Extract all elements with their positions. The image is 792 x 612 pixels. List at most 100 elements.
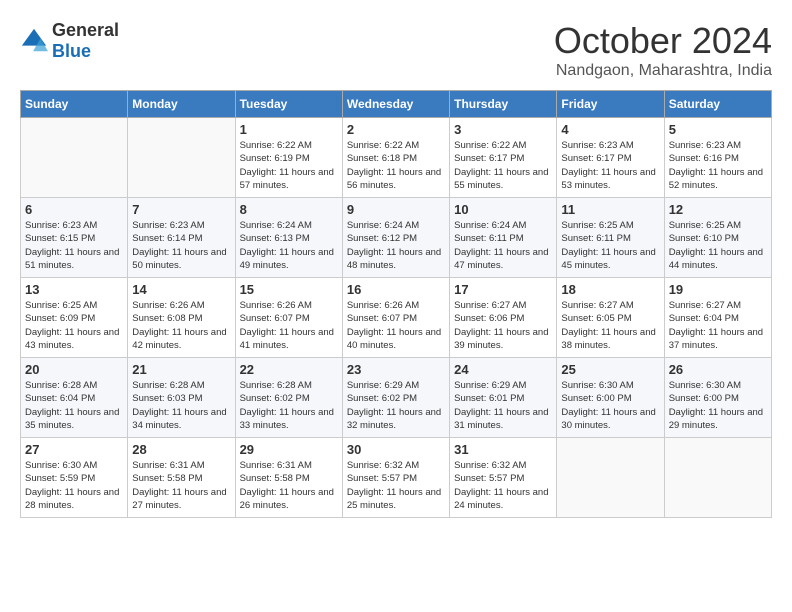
day-number: 12 [669, 202, 767, 217]
calendar-cell: 26 Sunrise: 6:30 AMSunset: 6:00 PMDayligh… [664, 358, 771, 438]
cell-info: Sunrise: 6:28 AMSunset: 6:03 PMDaylight:… [132, 380, 226, 431]
cell-info: Sunrise: 6:30 AMSunset: 6:00 PMDaylight:… [669, 380, 763, 431]
calendar-cell: 17 Sunrise: 6:27 AMSunset: 6:06 PMDayligh… [450, 278, 557, 358]
calendar-cell: 19 Sunrise: 6:27 AMSunset: 6:04 PMDayligh… [664, 278, 771, 358]
day-number: 9 [347, 202, 445, 217]
day-number: 1 [240, 122, 338, 137]
logo: General Blue [20, 20, 119, 62]
cell-info: Sunrise: 6:23 AMSunset: 6:15 PMDaylight:… [25, 220, 119, 271]
cell-info: Sunrise: 6:22 AMSunset: 6:18 PMDaylight:… [347, 140, 441, 191]
calendar-cell [21, 118, 128, 198]
column-header-saturday: Saturday [664, 91, 771, 118]
day-number: 15 [240, 282, 338, 297]
month-title: October 2024 [554, 20, 772, 62]
day-number: 5 [669, 122, 767, 137]
calendar-table: SundayMondayTuesdayWednesdayThursdayFrid… [20, 90, 772, 518]
calendar-week-4: 20 Sunrise: 6:28 AMSunset: 6:04 PMDayligh… [21, 358, 772, 438]
calendar-week-2: 6 Sunrise: 6:23 AMSunset: 6:15 PMDaylight… [21, 198, 772, 278]
day-number: 21 [132, 362, 230, 377]
calendar-cell: 1Sunrise: 6:22 AMSunset: 6:19 PMDaylight… [235, 118, 342, 198]
calendar-cell: 30 Sunrise: 6:32 AMSunset: 5:57 PMDayligh… [342, 438, 449, 518]
cell-info: Sunrise: 6:25 AMSunset: 6:11 PMDaylight:… [561, 220, 655, 271]
calendar-cell: 6 Sunrise: 6:23 AMSunset: 6:15 PMDaylight… [21, 198, 128, 278]
cell-info: Sunrise: 6:26 AMSunset: 6:08 PMDaylight:… [132, 300, 226, 351]
calendar-cell: 20 Sunrise: 6:28 AMSunset: 6:04 PMDayligh… [21, 358, 128, 438]
calendar-week-1: 1Sunrise: 6:22 AMSunset: 6:19 PMDaylight… [21, 118, 772, 198]
day-number: 6 [25, 202, 123, 217]
day-number: 17 [454, 282, 552, 297]
logo-blue: Blue [52, 41, 91, 61]
calendar-cell: 18Sunrise: 6:27 AMSunset: 6:05 PMDayligh… [557, 278, 664, 358]
cell-info: Sunrise: 6:25 AMSunset: 6:09 PMDaylight:… [25, 300, 119, 351]
cell-info: Sunrise: 6:31 AMSunset: 5:58 PMDaylight:… [132, 460, 226, 511]
day-number: 11 [561, 202, 659, 217]
calendar-week-5: 27Sunrise: 6:30 AMSunset: 5:59 PMDayligh… [21, 438, 772, 518]
page-header: General Blue October 2024 Nandgaon, Maha… [20, 20, 772, 80]
day-number: 7 [132, 202, 230, 217]
calendar-cell [128, 118, 235, 198]
day-number: 13 [25, 282, 123, 297]
cell-info: Sunrise: 6:24 AMSunset: 6:11 PMDaylight:… [454, 220, 548, 271]
cell-info: Sunrise: 6:30 AMSunset: 6:00 PMDaylight:… [561, 380, 655, 431]
day-number: 19 [669, 282, 767, 297]
cell-info: Sunrise: 6:32 AMSunset: 5:57 PMDaylight:… [347, 460, 441, 511]
calendar-cell: 31Sunrise: 6:32 AMSunset: 5:57 PMDayligh… [450, 438, 557, 518]
calendar-cell: 14 Sunrise: 6:26 AMSunset: 6:08 PMDayligh… [128, 278, 235, 358]
cell-info: Sunrise: 6:23 AMSunset: 6:17 PMDaylight:… [561, 140, 655, 191]
day-number: 22 [240, 362, 338, 377]
day-number: 25 [561, 362, 659, 377]
calendar-cell: 3Sunrise: 6:22 AMSunset: 6:17 PMDaylight… [450, 118, 557, 198]
title-block: October 2024 Nandgaon, Maharashtra, Indi… [554, 20, 772, 80]
cell-info: Sunrise: 6:28 AMSunset: 6:04 PMDaylight:… [25, 380, 119, 431]
calendar-cell: 16 Sunrise: 6:26 AMSunset: 6:07 PMDayligh… [342, 278, 449, 358]
column-header-friday: Friday [557, 91, 664, 118]
cell-info: Sunrise: 6:25 AMSunset: 6:10 PMDaylight:… [669, 220, 763, 271]
day-number: 8 [240, 202, 338, 217]
day-number: 31 [454, 442, 552, 457]
cell-info: Sunrise: 6:27 AMSunset: 6:04 PMDaylight:… [669, 300, 763, 351]
day-number: 4 [561, 122, 659, 137]
cell-info: Sunrise: 6:28 AMSunset: 6:02 PMDaylight:… [240, 380, 334, 431]
day-number: 24 [454, 362, 552, 377]
day-number: 20 [25, 362, 123, 377]
day-number: 26 [669, 362, 767, 377]
calendar-cell: 24Sunrise: 6:29 AMSunset: 6:01 PMDayligh… [450, 358, 557, 438]
calendar-cell: 7 Sunrise: 6:23 AMSunset: 6:14 PMDaylight… [128, 198, 235, 278]
calendar-cell: 4 Sunrise: 6:23 AMSunset: 6:17 PMDaylight… [557, 118, 664, 198]
day-number: 28 [132, 442, 230, 457]
cell-info: Sunrise: 6:24 AMSunset: 6:13 PMDaylight:… [240, 220, 334, 271]
calendar-cell: 5Sunrise: 6:23 AMSunset: 6:16 PMDaylight… [664, 118, 771, 198]
calendar-cell: 12 Sunrise: 6:25 AMSunset: 6:10 PMDayligh… [664, 198, 771, 278]
day-number: 29 [240, 442, 338, 457]
calendar-cell: 8 Sunrise: 6:24 AMSunset: 6:13 PMDaylight… [235, 198, 342, 278]
column-header-tuesday: Tuesday [235, 91, 342, 118]
calendar-cell: 23Sunrise: 6:29 AMSunset: 6:02 PMDayligh… [342, 358, 449, 438]
day-number: 27 [25, 442, 123, 457]
calendar-cell: 10 Sunrise: 6:24 AMSunset: 6:11 PMDayligh… [450, 198, 557, 278]
day-number: 14 [132, 282, 230, 297]
calendar-cell [557, 438, 664, 518]
calendar-cell: 15Sunrise: 6:26 AMSunset: 6:07 PMDayligh… [235, 278, 342, 358]
day-number: 16 [347, 282, 445, 297]
cell-info: Sunrise: 6:26 AMSunset: 6:07 PMDaylight:… [347, 300, 441, 351]
cell-info: Sunrise: 6:27 AMSunset: 6:06 PMDaylight:… [454, 300, 548, 351]
calendar-week-3: 13 Sunrise: 6:25 AMSunset: 6:09 PMDayligh… [21, 278, 772, 358]
day-number: 2 [347, 122, 445, 137]
location-title: Nandgaon, Maharashtra, India [554, 62, 772, 80]
logo-text: General Blue [52, 20, 119, 62]
logo-general: General [52, 20, 119, 40]
day-number: 18 [561, 282, 659, 297]
calendar-cell: 22 Sunrise: 6:28 AMSunset: 6:02 PMDayligh… [235, 358, 342, 438]
calendar-cell: 11 Sunrise: 6:25 AMSunset: 6:11 PMDayligh… [557, 198, 664, 278]
calendar-header-row: SundayMondayTuesdayWednesdayThursdayFrid… [21, 91, 772, 118]
day-number: 3 [454, 122, 552, 137]
column-header-monday: Monday [128, 91, 235, 118]
day-number: 30 [347, 442, 445, 457]
cell-info: Sunrise: 6:23 AMSunset: 6:14 PMDaylight:… [132, 220, 226, 271]
day-number: 10 [454, 202, 552, 217]
cell-info: Sunrise: 6:31 AMSunset: 5:58 PMDaylight:… [240, 460, 334, 511]
column-header-wednesday: Wednesday [342, 91, 449, 118]
calendar-cell: 27Sunrise: 6:30 AMSunset: 5:59 PMDayligh… [21, 438, 128, 518]
calendar-cell: 25 Sunrise: 6:30 AMSunset: 6:00 PMDayligh… [557, 358, 664, 438]
calendar-cell: 21 Sunrise: 6:28 AMSunset: 6:03 PMDayligh… [128, 358, 235, 438]
